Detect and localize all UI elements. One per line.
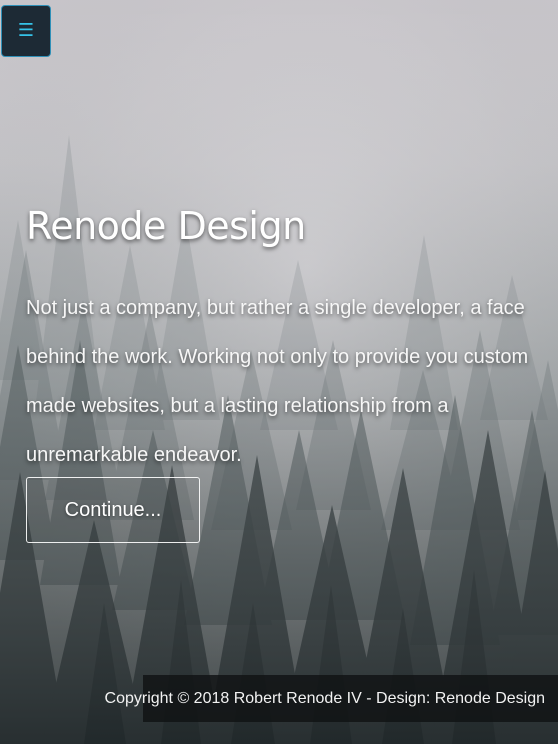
hamburger-menu-button[interactable]: ☰ xyxy=(1,5,51,57)
page-title: Renode Design xyxy=(26,204,306,248)
continue-button[interactable]: Continue... xyxy=(26,477,200,543)
hero-section: Renode Design Not just a company, but ra… xyxy=(26,198,558,480)
hamburger-menu-icon: ☰ xyxy=(17,20,35,41)
copyright-text: Copyright © 2018 Robert Renode IV - Desi… xyxy=(104,689,545,707)
intro-description: Not just a company, but rather a single … xyxy=(26,297,529,466)
footer-copyright-bar: Copyright © 2018 Robert Renode IV - Desi… xyxy=(105,675,558,722)
